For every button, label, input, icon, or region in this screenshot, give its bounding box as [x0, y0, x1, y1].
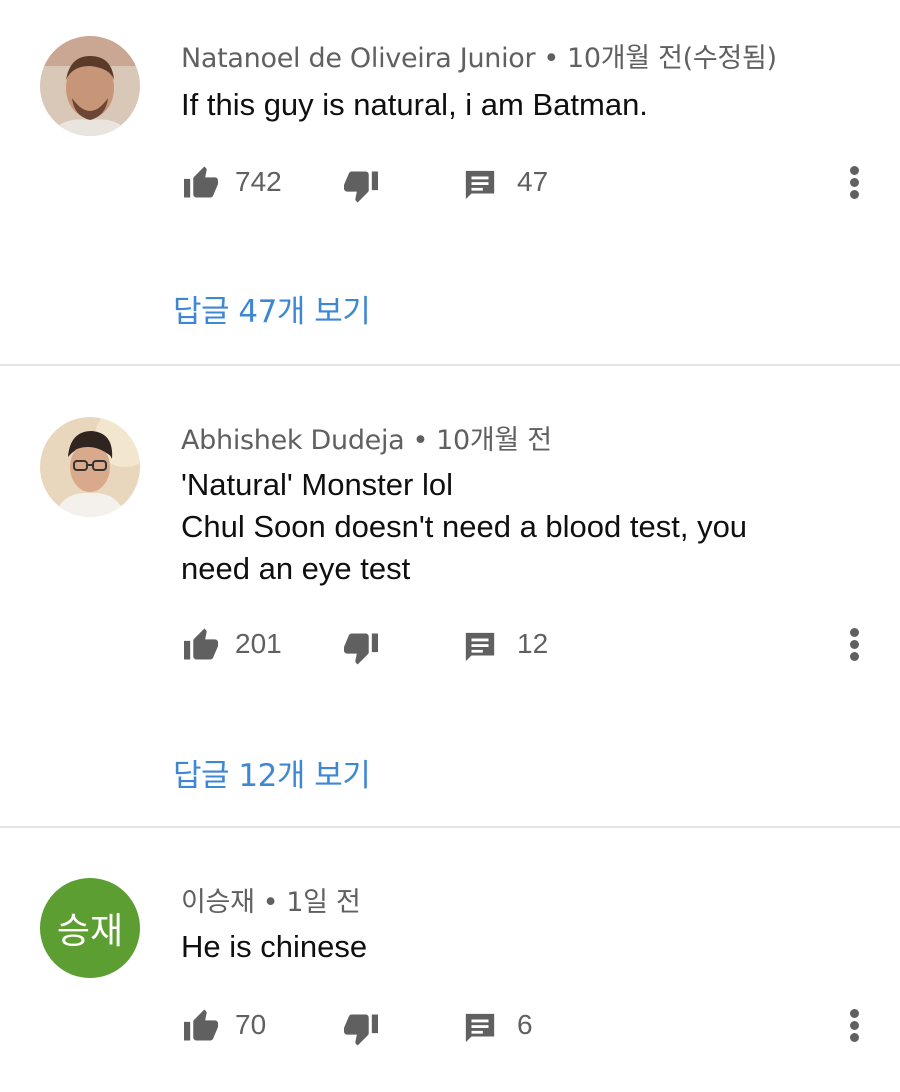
separator-dot: •	[412, 425, 429, 456]
like-count: 70	[235, 1009, 267, 1040]
comment-line: Chul Soon doesn't need a blood test, you	[181, 509, 748, 544]
more-vert-icon	[850, 1009, 859, 1018]
reply-comment-icon	[465, 632, 495, 662]
separator-dot: •	[262, 887, 279, 918]
timestamp[interactable]: 10개월 전(수정됨)	[567, 43, 777, 74]
comment-line: If this guy is natural, i am Batman.	[181, 87, 648, 122]
reply-button[interactable]: 47	[463, 162, 548, 202]
separator-dot: •	[543, 43, 559, 74]
divider	[0, 364, 900, 366]
thumb-down-icon	[344, 1014, 378, 1046]
author-name[interactable]: Natanoel de Oliveira Junior	[181, 43, 536, 74]
like-button[interactable]: 742	[181, 162, 282, 202]
view-replies-link[interactable]: 답글 47개 보기	[173, 286, 371, 331]
comment-text: If this guy is natural, i am Batman.	[181, 84, 871, 126]
like-count: 201	[235, 628, 282, 659]
timestamp[interactable]: 1일 전	[286, 887, 361, 918]
comment-meta: Abhishek Dudeja • 10개월 전	[181, 418, 552, 457]
author-name[interactable]: Abhishek Dudeja	[181, 425, 405, 456]
thumb-down-icon	[344, 633, 378, 665]
more-vert-icon	[850, 166, 859, 175]
reply-count: 6	[517, 1009, 533, 1040]
avatar-initials: 승재	[56, 911, 124, 952]
reply-button[interactable]: 12	[463, 624, 548, 664]
comment-actions: 742 47	[181, 162, 881, 203]
view-replies-link[interactable]: 답글 12개 보기	[173, 750, 371, 795]
comment-line: 'Natural' Monster lol	[181, 467, 453, 502]
reply-count: 12	[517, 628, 549, 659]
thumb-up-icon	[184, 628, 218, 660]
like-button[interactable]: 201	[181, 624, 282, 664]
comment-actions: 70 6	[181, 1005, 881, 1046]
comment-line: need an eye test	[181, 551, 411, 586]
thumb-up-icon	[184, 166, 218, 198]
thumb-up-icon	[184, 1009, 218, 1041]
comment-text: He is chinese	[181, 926, 871, 968]
dislike-button[interactable]	[341, 1005, 381, 1046]
avatar[interactable]: 승재	[40, 878, 140, 978]
reply-comment-icon	[465, 1013, 495, 1043]
divider	[0, 826, 900, 828]
comment-line: He is chinese	[181, 929, 368, 964]
author-name[interactable]: 이승재	[181, 887, 255, 918]
reply-count: 47	[517, 166, 549, 197]
comment-text: 'Natural' Monster lol Chul Soon doesn't …	[181, 464, 871, 590]
comment-meta: 이승재 • 1일 전	[181, 880, 361, 919]
timestamp[interactable]: 10개월 전	[436, 425, 552, 456]
comment-meta: Natanoel de Oliveira Junior • 10개월 전(수정됨)	[181, 36, 777, 75]
thumb-down-icon	[344, 171, 378, 203]
dislike-button[interactable]	[341, 162, 381, 203]
more-options-button[interactable]	[845, 162, 865, 202]
like-count: 742	[235, 166, 282, 197]
more-options-button[interactable]	[845, 624, 865, 664]
avatar[interactable]	[40, 417, 140, 517]
comment-actions: 201 12	[181, 624, 881, 665]
more-options-button[interactable]	[845, 1005, 865, 1045]
like-button[interactable]: 70	[181, 1005, 266, 1045]
dislike-button[interactable]	[341, 624, 381, 665]
reply-button[interactable]: 6	[463, 1005, 533, 1045]
reply-comment-icon	[465, 170, 495, 200]
avatar[interactable]	[40, 36, 140, 136]
more-vert-icon	[850, 628, 859, 637]
